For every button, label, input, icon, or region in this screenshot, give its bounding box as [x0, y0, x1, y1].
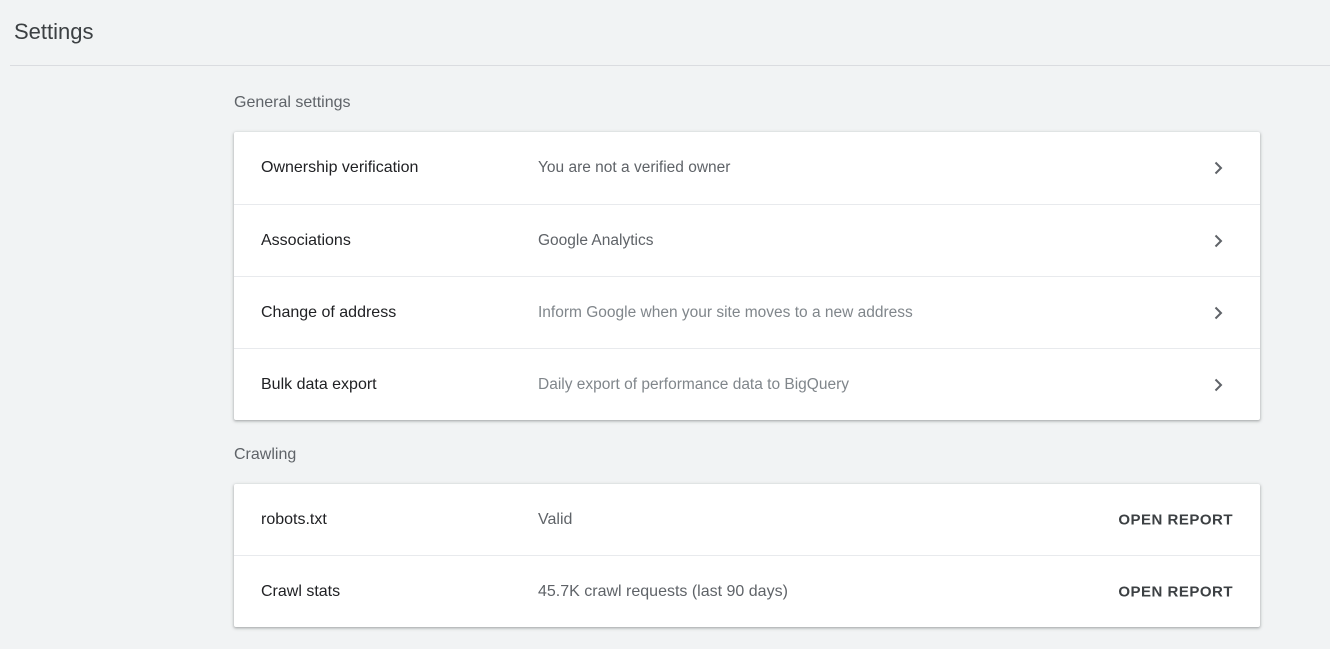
- general-settings-card: Ownership verification You are not a ver…: [234, 132, 1260, 420]
- row-title: robots.txt: [261, 510, 327, 528]
- page-title: Settings: [14, 19, 94, 44]
- row-title: Bulk data export: [261, 375, 377, 393]
- chevron-right-icon: [1214, 378, 1223, 391]
- chevron-right-icon: [1214, 234, 1223, 247]
- chevron-right-icon: [1214, 161, 1223, 175]
- row-title: Associations: [261, 231, 351, 249]
- settings-row-crawl-stats: Crawl stats 45.7K crawl requests (last 9…: [234, 555, 1260, 627]
- row-title: Ownership verification: [261, 159, 419, 176]
- section-label-general-settings: General settings: [234, 94, 351, 111]
- settings-row-associations[interactable]: Associations Google Analytics: [234, 204, 1260, 276]
- row-description: Inform Google when your site moves to a …: [538, 303, 913, 321]
- page-header: Settings: [10, 0, 1330, 66]
- section-label-crawling: Crawling: [234, 446, 297, 463]
- chevron-right-icon: [1214, 306, 1223, 319]
- open-report-button[interactable]: OPEN REPORT: [1118, 583, 1233, 600]
- row-description: Daily export of performance data to BigQ…: [538, 375, 850, 393]
- row-description: You are not a verified owner: [538, 159, 731, 176]
- settings-row-robots-txt: robots.txt Valid OPEN REPORT: [234, 484, 1260, 555]
- row-description: 45.7K crawl requests (last 90 days): [538, 582, 788, 600]
- row-title: Change of address: [261, 303, 397, 321]
- settings-row-change-of-address[interactable]: Change of address Inform Google when you…: [234, 276, 1260, 348]
- row-title: Crawl stats: [261, 582, 341, 600]
- settings-row-ownership-verification[interactable]: Ownership verification You are not a ver…: [234, 132, 1260, 204]
- row-description: Valid: [538, 510, 573, 528]
- crawling-card: robots.txt Valid OPEN REPORT Crawl stats…: [234, 484, 1260, 627]
- settings-row-bulk-data-export[interactable]: Bulk data export Daily export of perform…: [234, 348, 1260, 420]
- row-description: Google Analytics: [538, 231, 654, 249]
- open-report-button[interactable]: OPEN REPORT: [1118, 511, 1233, 528]
